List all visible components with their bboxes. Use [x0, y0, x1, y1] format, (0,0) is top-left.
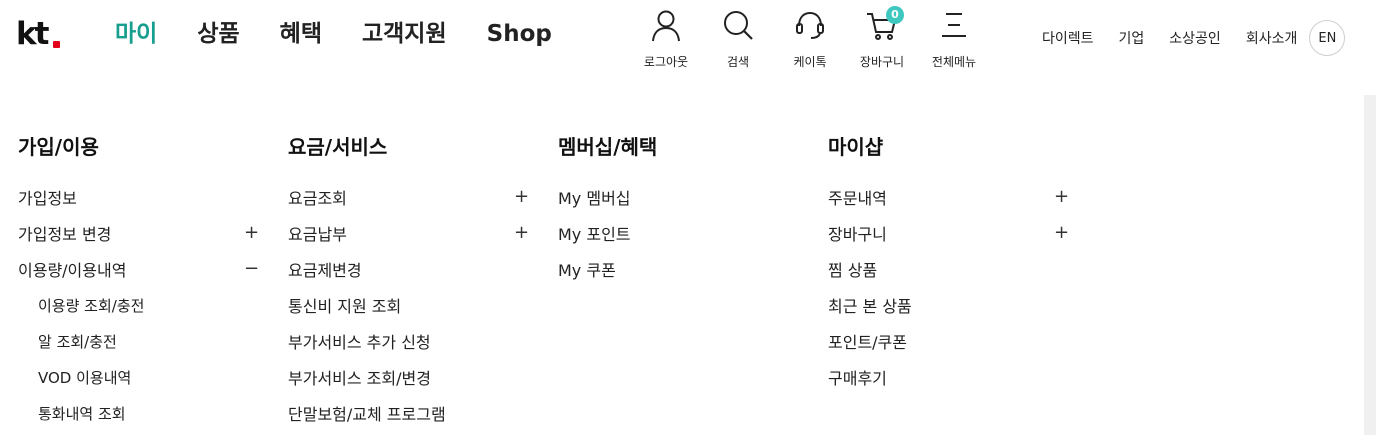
menu-item-label: My 멤버십 — [558, 189, 631, 208]
scrollbar[interactable] — [1364, 95, 1376, 435]
menu-item[interactable]: My 쿠폰 — [558, 251, 798, 287]
menu-item-label: 부가서비스 조회/변경 — [288, 369, 431, 388]
menu-item-label: 구매후기 — [828, 369, 887, 388]
menu-item-label: My 포인트 — [558, 225, 631, 244]
menu-item[interactable]: 찜 상품 — [828, 251, 1068, 287]
cart-button[interactable]: 0 장바구니 — [846, 6, 918, 70]
top-links: 다이렉트 기업 소상공인 회사소개 EN — [1042, 20, 1346, 56]
all-menu-label: 전체메뉴 — [931, 55, 977, 69]
expand-icon[interactable]: + — [244, 224, 259, 242]
link-small-business[interactable]: 소상공인 — [1169, 28, 1221, 48]
menu-item-label: 주문내역 — [828, 189, 887, 208]
language-button[interactable]: EN — [1309, 20, 1346, 56]
ktalk-button[interactable]: 케이톡 — [774, 8, 846, 70]
logo-dot — [53, 41, 60, 48]
menu-item-label: 통신비 지원 조회 — [288, 297, 402, 316]
gnb-support[interactable]: 고객지원 — [362, 17, 447, 51]
gnb-products[interactable]: 상품 — [197, 17, 239, 51]
menu-item-label: 알 조회/충전 — [38, 332, 117, 351]
menu-item-label: 요금조회 — [288, 189, 347, 208]
gnb-shop[interactable]: Shop — [487, 17, 552, 51]
col-join-use: 가입/이용가입정보가입정보 변경 + 이용량/이용내역 − 이용량 조회/충전알 조회/… — [18, 131, 259, 431]
menu-item[interactable]: 통신비 지원 조회 — [288, 287, 528, 323]
menu-item[interactable]: 요금제변경 — [288, 251, 528, 287]
expand-icon[interactable]: + — [514, 188, 529, 206]
utility-menu: 로그아웃 검색 케이톡 0 장바구니 전체메뉴 — [630, 6, 990, 70]
menu-item-label: 가입정보 변경 — [18, 225, 112, 244]
menu-item[interactable]: 포인트/쿠폰 — [828, 323, 1068, 359]
menu-item[interactable]: 요금조회 + — [288, 179, 529, 215]
col-fee-service: 요금/서비스요금조회 + 요금납부 + 요금제변경통신비 지원 조회부가서비스 추가 신… — [288, 131, 529, 431]
menu-item[interactable]: 이용량/이용내역 − — [18, 251, 259, 287]
menu-item-label: 단말보험/교체 프로그램 — [288, 405, 446, 424]
column-title: 마이샵 — [828, 135, 884, 159]
menu-icon — [937, 8, 971, 46]
menu-item[interactable]: 장바구니 + — [828, 215, 1069, 251]
menu-item-label: 요금제변경 — [288, 261, 362, 280]
menu-item-label: 찜 상품 — [828, 261, 878, 280]
menu-item[interactable]: 구매후기 — [828, 359, 1068, 395]
menu-item-label: 이용량/이용내역 — [18, 261, 127, 280]
search-icon — [721, 8, 755, 46]
search-label: 검색 — [726, 55, 750, 69]
gnb-my[interactable]: 마이 — [115, 17, 157, 51]
expand-icon[interactable]: + — [514, 224, 529, 242]
headset-icon — [793, 8, 827, 46]
collapse-icon[interactable]: − — [244, 260, 259, 278]
menu-item[interactable]: 주문내역 + — [828, 179, 1069, 215]
column-title: 요금/서비스 — [288, 135, 388, 159]
menu-item[interactable]: 부가서비스 조회/변경 — [288, 359, 528, 395]
global-nav: 마이 상품 혜택 고객지원 Shop — [115, 17, 592, 51]
submenu-item[interactable]: 알 조회/충전 — [18, 323, 258, 359]
submenu-item[interactable]: 이용량 조회/충전 — [18, 287, 258, 323]
link-direct[interactable]: 다이렉트 — [1042, 28, 1094, 48]
menu-item-label: 부가서비스 추가 신청 — [288, 333, 431, 352]
menu-item[interactable]: 가입정보 변경 + — [18, 215, 259, 251]
cart-count-badge: 0 — [886, 6, 904, 24]
menu-item-label: 이용량 조회/충전 — [38, 296, 145, 315]
expand-icon[interactable]: + — [1054, 224, 1069, 242]
menu-item-label: 최근 본 상품 — [828, 297, 912, 316]
menu-item[interactable]: 부가서비스 추가 신청 — [288, 323, 528, 359]
logout-label: 로그아웃 — [643, 55, 689, 69]
menu-item-label: 포인트/쿠폰 — [828, 333, 907, 352]
menu-item-label: 통화내역 조회 — [38, 404, 126, 423]
expand-icon[interactable]: + — [1054, 188, 1069, 206]
link-enterprise[interactable]: 기업 — [1119, 28, 1145, 48]
person-icon — [649, 8, 683, 46]
column-title: 멤버십/혜택 — [558, 135, 658, 159]
cart-label: 장바구니 — [859, 55, 905, 69]
menu-item[interactable]: 요금납부 + — [288, 215, 529, 251]
menu-item[interactable]: My 멤버십 — [558, 179, 798, 215]
menu-item-label: 장바구니 — [828, 225, 887, 244]
kt-logo[interactable]: kt — [16, 16, 60, 52]
submenu-item[interactable]: VOD 이용내역 — [18, 359, 258, 395]
menu-item[interactable]: 단말보험/교체 프로그램 — [288, 395, 528, 431]
search-button[interactable]: 검색 — [702, 8, 774, 70]
all-menu-button[interactable]: 전체메뉴 — [918, 8, 990, 70]
menu-item-label: VOD 이용내역 — [38, 368, 132, 387]
menu-item[interactable]: My 포인트 — [558, 215, 798, 251]
link-company[interactable]: 회사소개 — [1246, 28, 1298, 48]
ktalk-label: 케이톡 — [793, 55, 827, 69]
menu-item-label: My 쿠폰 — [558, 261, 616, 280]
header: kt 마이 상품 혜택 고객지원 Shop 로그아웃 검색 케이톡 0 장바구니… — [0, 0, 1376, 80]
menu-item[interactable]: 가입정보 — [18, 179, 258, 215]
gnb-benefits[interactable]: 혜택 — [280, 17, 322, 51]
menu-item-label: 요금납부 — [288, 225, 347, 244]
logo-text: kt — [16, 16, 49, 52]
col-myshop: 마이샵주문내역 + 장바구니 + 찜 상품최근 본 상품포인트/쿠폰구매후기 — [828, 131, 1069, 395]
menu-item-label: 가입정보 — [18, 189, 77, 208]
col-membership: 멤버십/혜택 My 멤버십 My 포인트 My 쿠폰 — [558, 131, 798, 287]
submenu-item[interactable]: 통화내역 조회 — [18, 395, 258, 431]
logout-button[interactable]: 로그아웃 — [630, 8, 702, 70]
menu-item[interactable]: 최근 본 상품 — [828, 287, 1068, 323]
column-title: 가입/이용 — [18, 135, 99, 159]
